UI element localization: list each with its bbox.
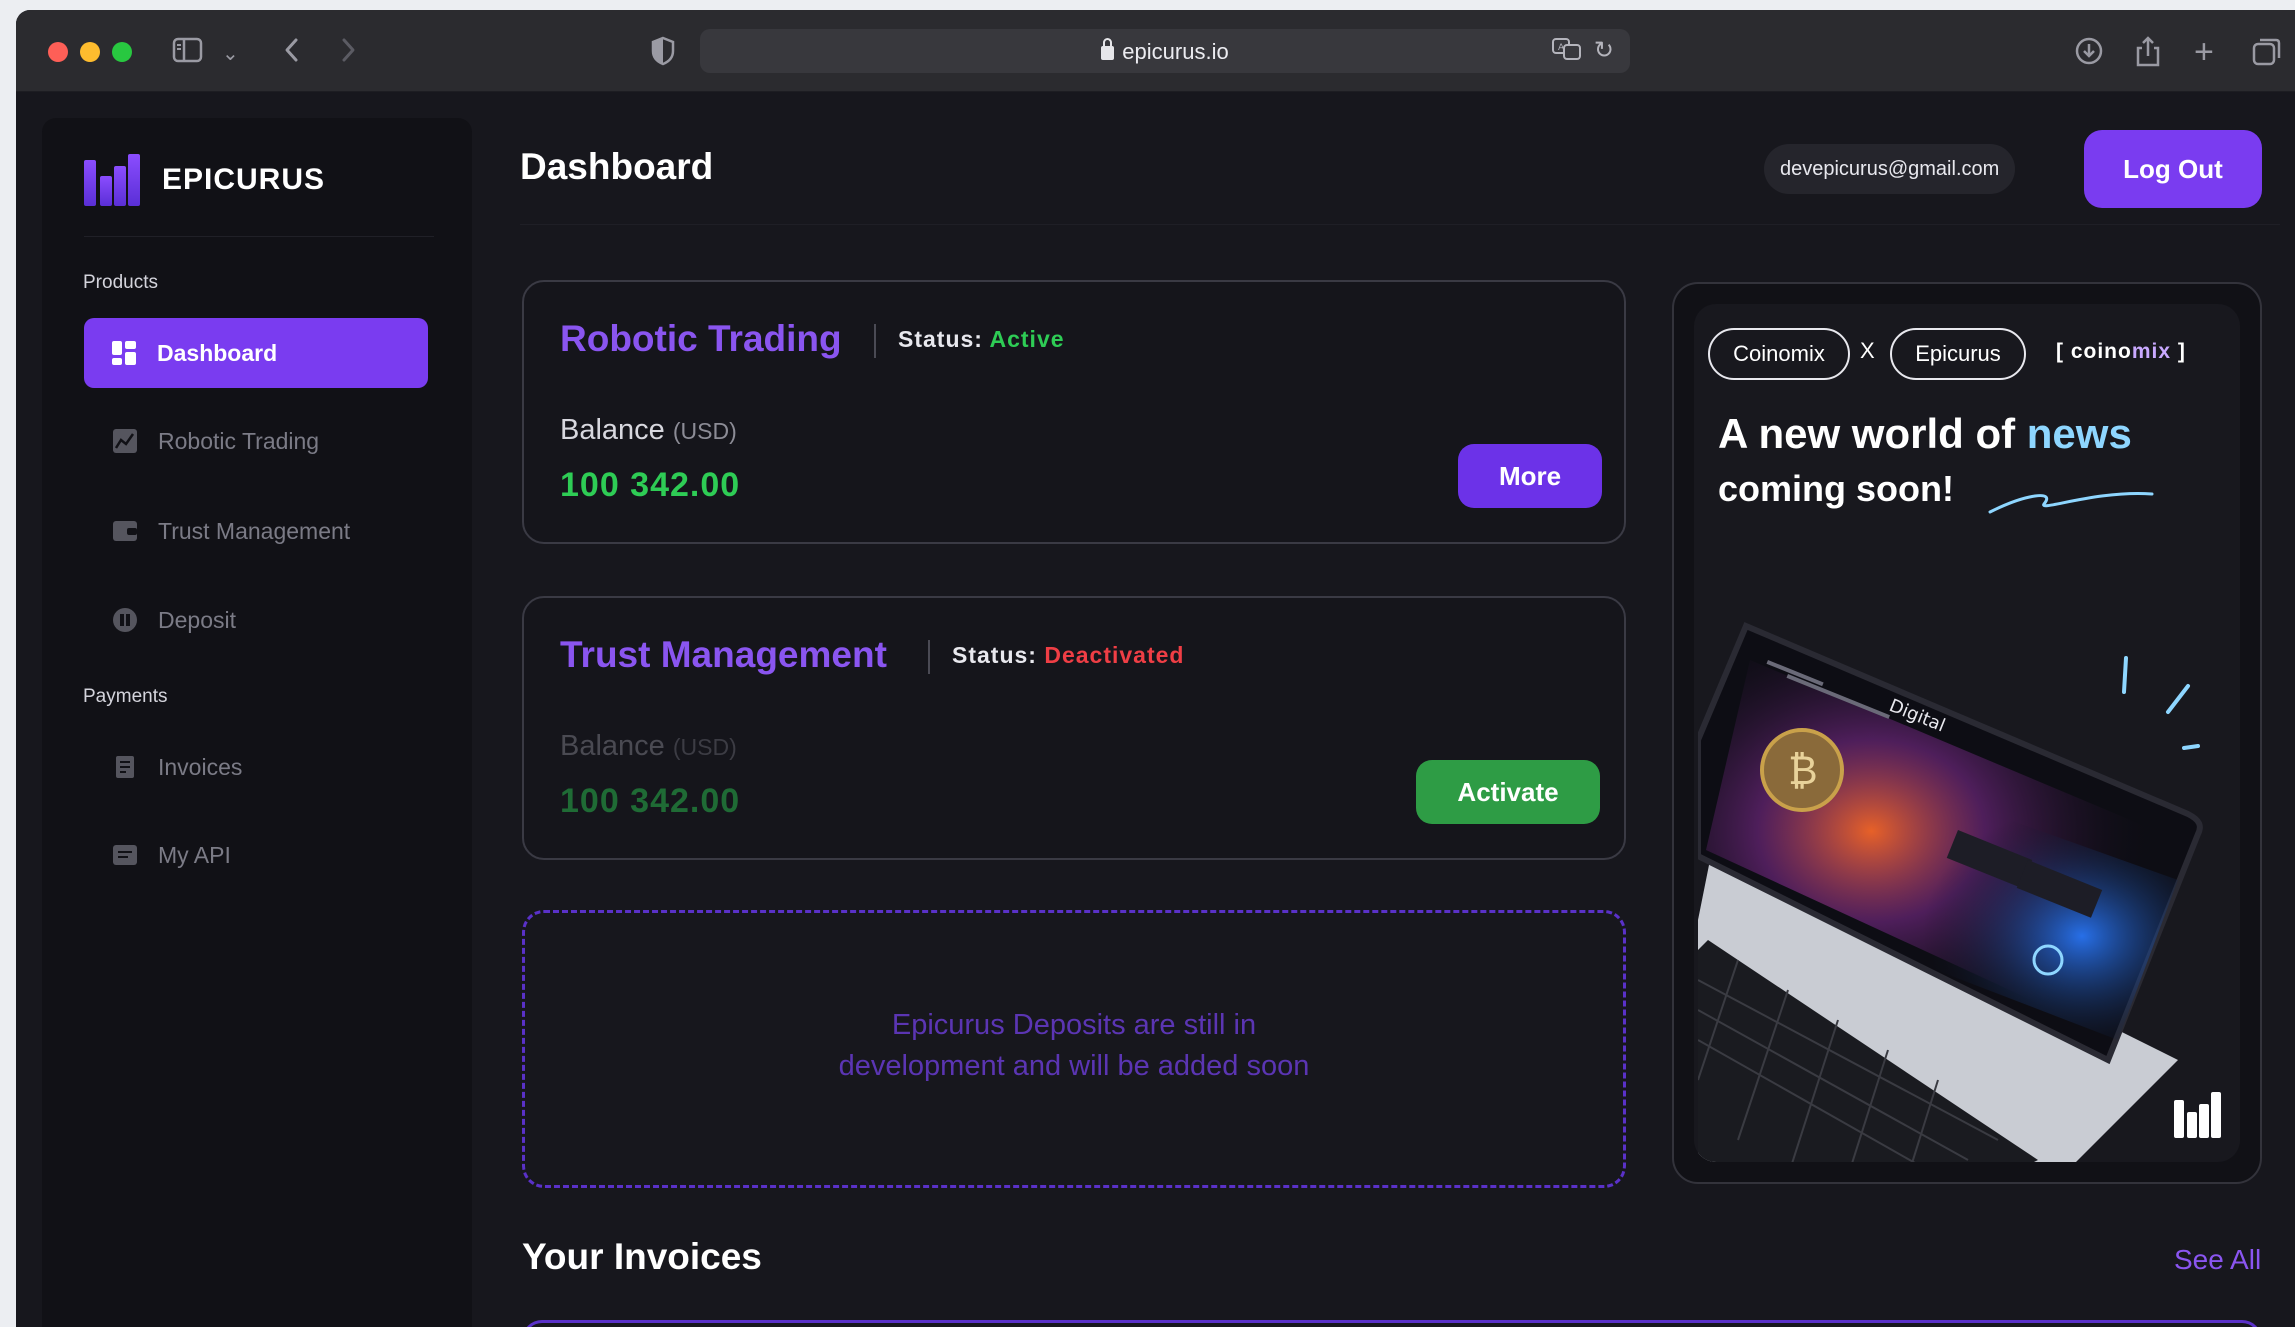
header-divider <box>520 224 2280 225</box>
invoices-list <box>522 1320 2262 1327</box>
brand-suffix: ] <box>2171 340 2186 363</box>
status-label: Status: <box>898 326 983 352</box>
sidebar-item-label: Deposit <box>158 606 236 633</box>
balance-unit: (USD) <box>672 418 737 444</box>
epicurus-logo[interactable]: EPICURUS <box>84 154 325 206</box>
sidebar-item-robotic-trading[interactable]: Robotic Trading <box>84 406 428 476</box>
balance-label: Balance (USD) <box>560 730 737 763</box>
robotic-trading-card: Robotic Trading Status: Active Balance (… <box>522 280 1626 544</box>
sidebar-item-invoices[interactable]: Invoices <box>84 732 428 802</box>
status-badge: Active <box>989 326 1065 352</box>
promo-banner[interactable]: Coinomix X Epicurus [ coinomix ] A new w… <box>1672 282 2262 1184</box>
browser-toolbar: ⌄ epicurus.io A ↻ + <box>16 10 2295 92</box>
sidebar-item-label: My API <box>158 841 231 868</box>
promo-content: Coinomix X Epicurus [ coinomix ] A new w… <box>1694 304 2240 1162</box>
balance-value: 100 342.00 <box>560 782 741 820</box>
balance-unit: (USD) <box>672 734 737 760</box>
pause-circle-icon <box>112 607 138 633</box>
sidebar-divider <box>84 236 434 237</box>
status-label: Status: <box>952 642 1037 668</box>
forward-arrow-icon[interactable] <box>338 36 358 71</box>
deposits-notice: Epicurus Deposits are still in developme… <box>525 1005 1623 1087</box>
close-window-button[interactable] <box>48 42 68 62</box>
page-title: Dashboard <box>520 146 714 187</box>
laptop-illustration: ₿ Digital <box>1695 620 2240 1162</box>
balance-label-text: Balance <box>560 730 665 762</box>
status-badge: Deactivated <box>1044 642 1185 668</box>
grid-icon <box>111 340 137 366</box>
brand-mix: mix <box>2131 340 2172 363</box>
receipt-icon <box>112 754 138 780</box>
coinomix-pill: Coinomix <box>1708 328 1850 380</box>
address-bar-url: epicurus.io <box>700 38 1630 65</box>
epicurus-pill: Epicurus <box>1890 328 2026 380</box>
balance-label-text: Balance <box>560 414 665 446</box>
deposits-notice-line-1: Epicurus Deposits are still in <box>891 1009 1257 1041</box>
headline-prefix: A new world of <box>1718 410 2027 457</box>
epicurus-logo-icon <box>84 154 140 206</box>
new-tab-icon[interactable]: + <box>2194 35 2214 69</box>
sidebar-toggle-icon[interactable] <box>172 36 204 71</box>
log-out-button[interactable]: Log Out <box>2084 130 2262 208</box>
promo-subheadline: coming soon! <box>1718 468 1954 509</box>
balance-label: Balance (USD) <box>560 414 737 447</box>
address-bar[interactable]: epicurus.io A ↻ <box>700 29 1630 73</box>
chart-icon <box>112 428 138 454</box>
minimize-window-button[interactable] <box>80 42 100 62</box>
deposits-placeholder: Epicurus Deposits are still in developme… <box>522 910 1626 1188</box>
browser-window: ⌄ epicurus.io A ↻ + EPICURUS Products Da… <box>16 10 2295 1327</box>
user-email-badge: devepicurus@gmail.com <box>1764 144 2016 194</box>
wallet-icon <box>112 518 138 544</box>
brand-prefix: [ coino <box>2056 340 2132 363</box>
see-all-link[interactable]: See All <box>2174 1244 2261 1276</box>
api-icon <box>112 842 138 868</box>
promo-headline: A new world of news <box>1718 410 2132 458</box>
lock-icon <box>1101 38 1115 60</box>
translate-icon[interactable]: A <box>1552 37 1582 67</box>
invoices-title: Your Invoices <box>522 1236 762 1277</box>
card-title: Trust Management <box>560 634 887 675</box>
chevron-down-icon[interactable]: ⌄ <box>222 38 239 70</box>
deposits-notice-line-2: development and will be added soon <box>838 1050 1310 1082</box>
reload-icon[interactable]: ↻ <box>1594 36 1614 65</box>
svg-text:A: A <box>1558 43 1565 53</box>
share-icon[interactable] <box>2134 36 2162 75</box>
sidebar: EPICURUS Products Dashboard Robotic Trad… <box>42 118 472 1327</box>
status-text: Status: Deactivated <box>952 642 1184 669</box>
download-icon[interactable] <box>2074 36 2104 73</box>
payments-section-label: Payments <box>83 686 168 707</box>
balance-value: 100 342.00 <box>560 466 741 504</box>
back-arrow-icon[interactable] <box>282 36 302 71</box>
collab-x: X <box>1860 338 1875 363</box>
products-section-label: Products <box>83 272 158 293</box>
squiggle-decoration <box>1988 492 2154 514</box>
sidebar-item-trust-management[interactable]: Trust Management <box>84 496 428 566</box>
maximize-window-button[interactable] <box>112 42 132 62</box>
sidebar-item-label: Robotic Trading <box>158 427 320 454</box>
more-button[interactable]: More <box>1458 444 1602 508</box>
sidebar-item-deposit[interactable]: Deposit <box>84 585 428 655</box>
sidebar-item-dashboard[interactable]: Dashboard <box>84 318 428 388</box>
activate-button[interactable]: Activate <box>1416 760 1600 824</box>
sidebar-item-label: Trust Management <box>158 517 351 544</box>
svg-text:₿: ₿ <box>1788 748 1818 794</box>
title-separator <box>874 324 876 358</box>
status-text: Status: Active <box>898 326 1065 353</box>
coinomix-wordmark: [ coinomix ] <box>2056 340 2186 364</box>
headline-highlight: news <box>2026 410 2132 457</box>
shield-icon[interactable] <box>650 36 676 73</box>
title-separator <box>928 640 930 674</box>
card-title: Robotic Trading <box>560 318 842 359</box>
sidebar-item-my-api[interactable]: My API <box>84 820 428 890</box>
epicurus-corner-logo-icon <box>2174 1092 2222 1138</box>
trust-management-card: Trust Management Status: Deactivated Bal… <box>522 596 1626 860</box>
sidebar-item-label: Dashboard <box>157 339 278 366</box>
logo-text: EPICURUS <box>162 163 326 196</box>
tab-overview-icon[interactable] <box>2252 36 2282 73</box>
sidebar-item-label: Invoices <box>158 753 243 780</box>
